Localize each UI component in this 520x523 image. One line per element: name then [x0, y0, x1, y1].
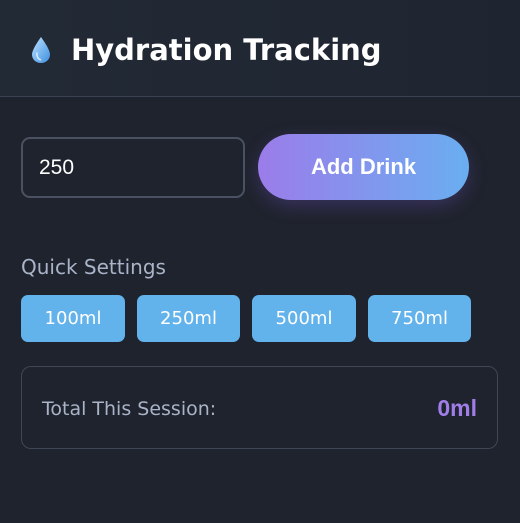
- quick-setting-100ml-button[interactable]: 100ml: [21, 295, 125, 342]
- quick-setting-750ml-button[interactable]: 750ml: [368, 295, 471, 342]
- drink-amount-input[interactable]: [21, 137, 245, 198]
- app-header: Hydration Tracking: [0, 0, 520, 97]
- quick-setting-500ml-button[interactable]: 500ml: [252, 295, 356, 342]
- water-drop-icon: [32, 37, 50, 63]
- page-title: Hydration Tracking: [71, 33, 382, 67]
- session-total-panel: Total This Session: 0ml: [21, 366, 498, 449]
- add-drink-button[interactable]: Add Drink: [258, 134, 469, 200]
- quick-settings-label: Quick Settings: [21, 255, 166, 279]
- session-total-label: Total This Session:: [42, 398, 217, 420]
- session-total-value: 0ml: [437, 395, 477, 421]
- quick-setting-250ml-button[interactable]: 250ml: [137, 295, 240, 342]
